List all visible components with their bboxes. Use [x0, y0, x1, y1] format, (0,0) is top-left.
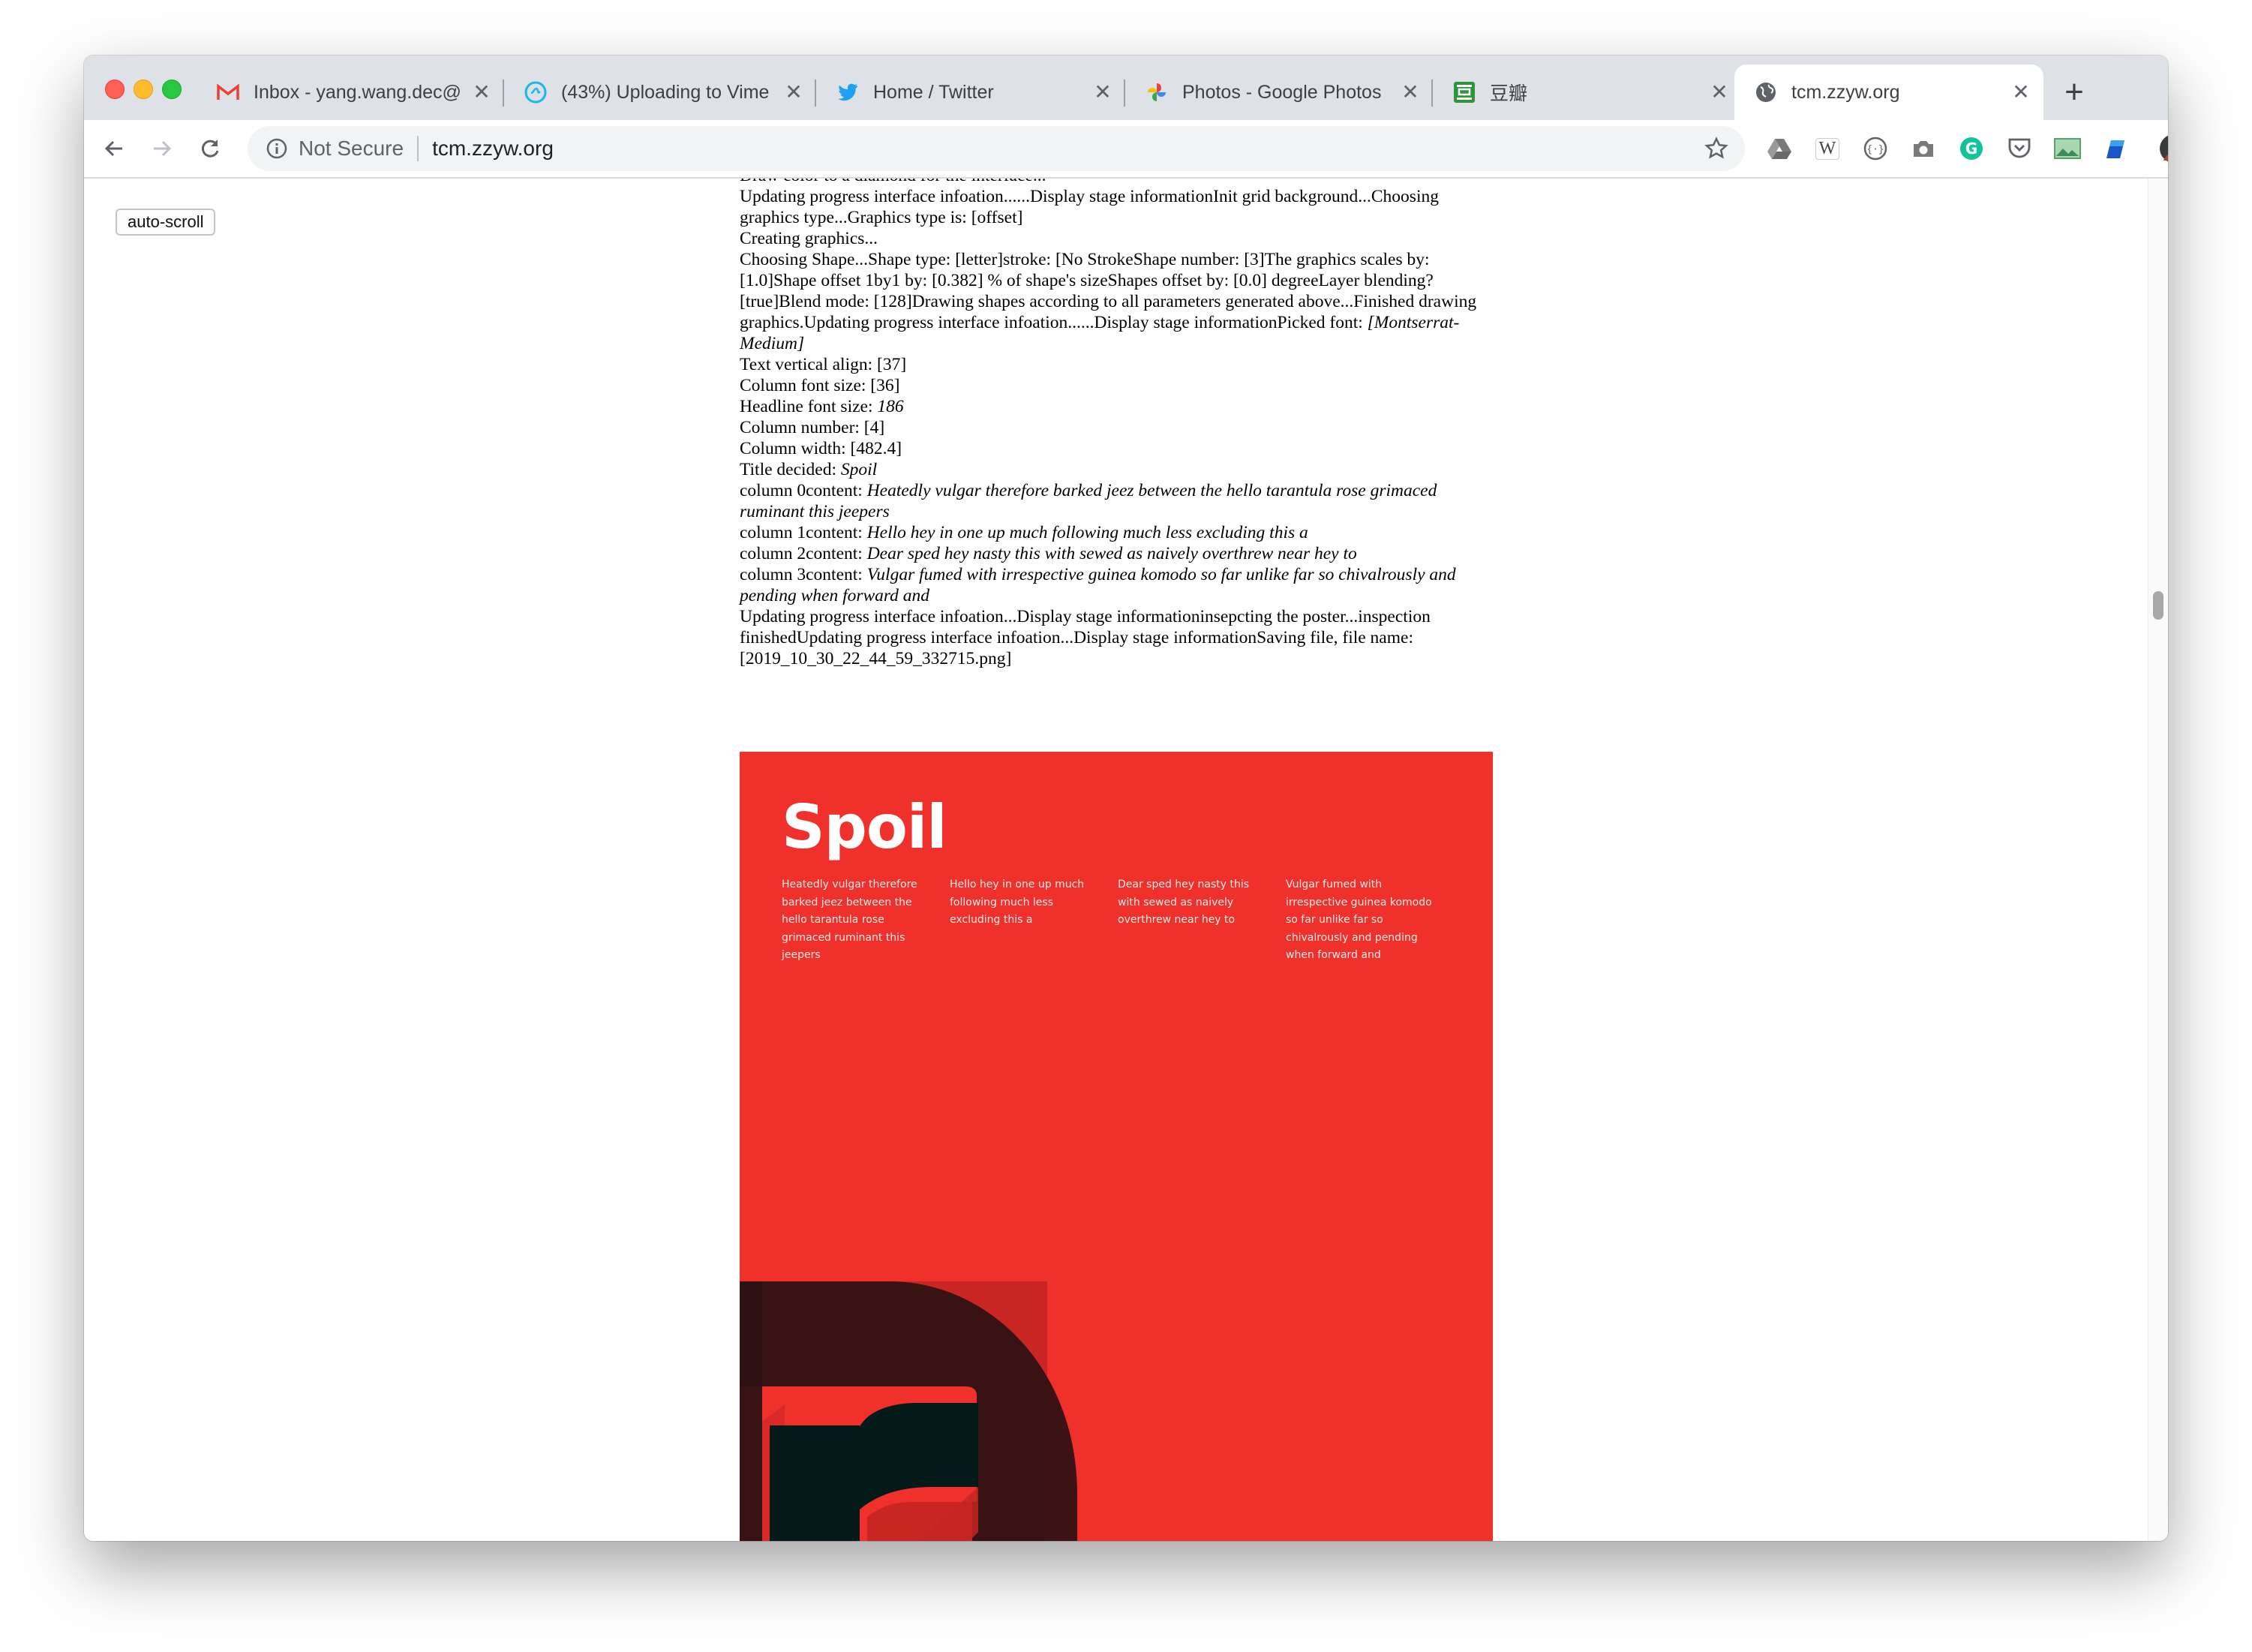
google-photos-icon	[1145, 80, 1169, 104]
close-tab-icon[interactable]: ✕	[470, 80, 494, 104]
log-line: Title decided: Spoil	[740, 459, 1497, 480]
log-label: column 0content:	[740, 481, 867, 500]
log-line: Choosing Shape...Shape type: [letter]str…	[740, 249, 1497, 354]
google-drive-icon[interactable]	[1764, 134, 1794, 164]
poster-shape-r-stem	[740, 1281, 762, 1541]
log-label: Headline font size:	[740, 397, 878, 416]
log-line: column 1content: Hello hey in one up muc…	[740, 522, 1497, 543]
camera-icon[interactable]	[1908, 134, 1938, 164]
close-tab-icon[interactable]: ✕	[2009, 80, 2033, 104]
log-label: Title decided:	[740, 460, 841, 479]
log-line: Draw color to a diamond for the interfac…	[740, 179, 1497, 186]
image-extension-icon[interactable]	[2052, 134, 2082, 164]
globe-icon	[1754, 80, 1778, 104]
log-label: column 3content:	[740, 565, 867, 584]
log-line: Column font size: [36]	[740, 376, 900, 395]
log-line: Text vertical align: [37]	[740, 355, 907, 374]
log-line: column 0content: Heatedly vulgar therefo…	[740, 480, 1497, 522]
close-tab-icon[interactable]: ✕	[1398, 80, 1422, 104]
browser-window: Inbox - yang.wang.dec@ ✕ (43%) Uploading…	[84, 56, 2168, 1541]
douban-icon	[1452, 80, 1476, 104]
generation-log: Draw color to a diamond for the interfac…	[740, 179, 1497, 669]
svg-text:{·}: {·}	[1866, 144, 1884, 155]
poster-shape-dark-stem	[770, 1425, 860, 1541]
log-line: Column width: [482.4]	[740, 439, 902, 458]
tab-google-photos[interactable]: Photos - Google Photos ✕	[1125, 65, 1433, 120]
code-brackets-icon[interactable]: {·}	[1860, 134, 1890, 164]
reload-icon	[201, 140, 219, 158]
tab-twitter[interactable]: Home / Twitter ✕	[816, 65, 1125, 120]
tab-strip: Inbox - yang.wang.dec@ ✕ (43%) Uploading…	[84, 56, 2168, 120]
generated-poster: Spoil Heatedly vulgar therefore barked j…	[740, 752, 1493, 1541]
log-line: column 3content: Vulgar fumed with irres…	[740, 564, 1497, 606]
tab-title: Inbox - yang.wang.dec@	[254, 81, 461, 103]
reload-button[interactable]	[191, 129, 230, 168]
tab-vimeo-upload[interactable]: (43%) Uploading to Vime ✕	[504, 65, 816, 120]
address-bar[interactable]: Not Secure tcm.zzyw.org	[248, 126, 1745, 171]
tab-title: (43%) Uploading to Vime	[561, 81, 770, 103]
profile-avatar[interactable]	[2157, 132, 2168, 165]
vimeo-upload-icon	[524, 80, 548, 104]
log-value: Dear sped hey nasty this with sewed as n…	[866, 544, 1357, 563]
blue-flag-extension-icon[interactable]	[2100, 134, 2130, 164]
poster-letter-shapes	[740, 1281, 1077, 1541]
zoom-window-button[interactable]	[162, 80, 182, 99]
minimize-window-button[interactable]	[134, 80, 153, 99]
scrollbar-track[interactable]	[2148, 179, 2168, 1541]
forward-arrow-icon	[154, 140, 172, 157]
back-arrow-icon	[104, 140, 122, 157]
log-text: Choosing Shape...Shape type: [letter]str…	[740, 250, 1477, 332]
log-label: column 2content:	[740, 544, 867, 563]
log-value: Hello hey in one up much following much …	[866, 523, 1308, 542]
tab-gmail[interactable]: Inbox - yang.wang.dec@ ✕	[197, 65, 504, 120]
tab-title: tcm.zzyw.org	[1791, 81, 1900, 103]
tab-title: Home / Twitter	[873, 81, 994, 103]
tab-title: Photos - Google Photos	[1182, 81, 1382, 103]
pocket-icon[interactable]	[2004, 134, 2034, 164]
close-tab-icon[interactable]: ✕	[1091, 80, 1115, 104]
back-button[interactable]	[95, 129, 134, 168]
scrollbar-thumb[interactable]	[2153, 591, 2163, 620]
log-line: Updating progress interface infoation...…	[740, 607, 1431, 668]
url-text[interactable]: tcm.zzyw.org	[432, 137, 554, 161]
twitter-icon	[836, 80, 860, 104]
log-line: Headline font size: 186	[740, 396, 1497, 417]
info-icon[interactable]	[266, 137, 288, 160]
page-content: auto-scroll Draw color to a diamond for …	[84, 179, 2168, 1541]
close-window-button[interactable]	[105, 80, 125, 99]
log-line: column 2content: Dear sped hey nasty thi…	[740, 543, 1497, 564]
security-label: Not Secure	[299, 137, 404, 160]
close-tab-icon[interactable]: ✕	[782, 80, 806, 104]
browser-toolbar: Not Secure tcm.zzyw.org W {·} G	[84, 120, 2168, 179]
log-line: Column number: [4]	[740, 418, 885, 437]
close-tab-icon[interactable]: ✕	[1707, 80, 1731, 104]
log-value: 186	[877, 397, 904, 416]
bookmark-star-icon[interactable]	[1704, 137, 1728, 161]
log-line: Creating graphics...	[740, 229, 878, 248]
forward-button[interactable]	[143, 129, 182, 168]
svg-text:G: G	[1965, 140, 1977, 158]
wikipedia-icon[interactable]: W	[1812, 134, 1842, 164]
omnibox-divider	[417, 136, 419, 161]
tab-douban[interactable]: 豆瓣 ✕	[1433, 65, 1742, 120]
log-line: Updating progress interface infoation...…	[740, 187, 1439, 227]
new-tab-button[interactable]: +	[2055, 74, 2093, 111]
gmail-icon	[216, 80, 240, 104]
grammarly-icon[interactable]: G	[1956, 134, 1986, 164]
log-value: Spoil	[840, 460, 878, 479]
tab-tcm-zzyw[interactable]: tcm.zzyw.org ✕	[1734, 65, 2043, 120]
log-label: column 1content:	[740, 523, 867, 542]
tab-title: 豆瓣	[1490, 83, 1528, 104]
auto-scroll-button[interactable]: auto-scroll	[116, 209, 216, 236]
